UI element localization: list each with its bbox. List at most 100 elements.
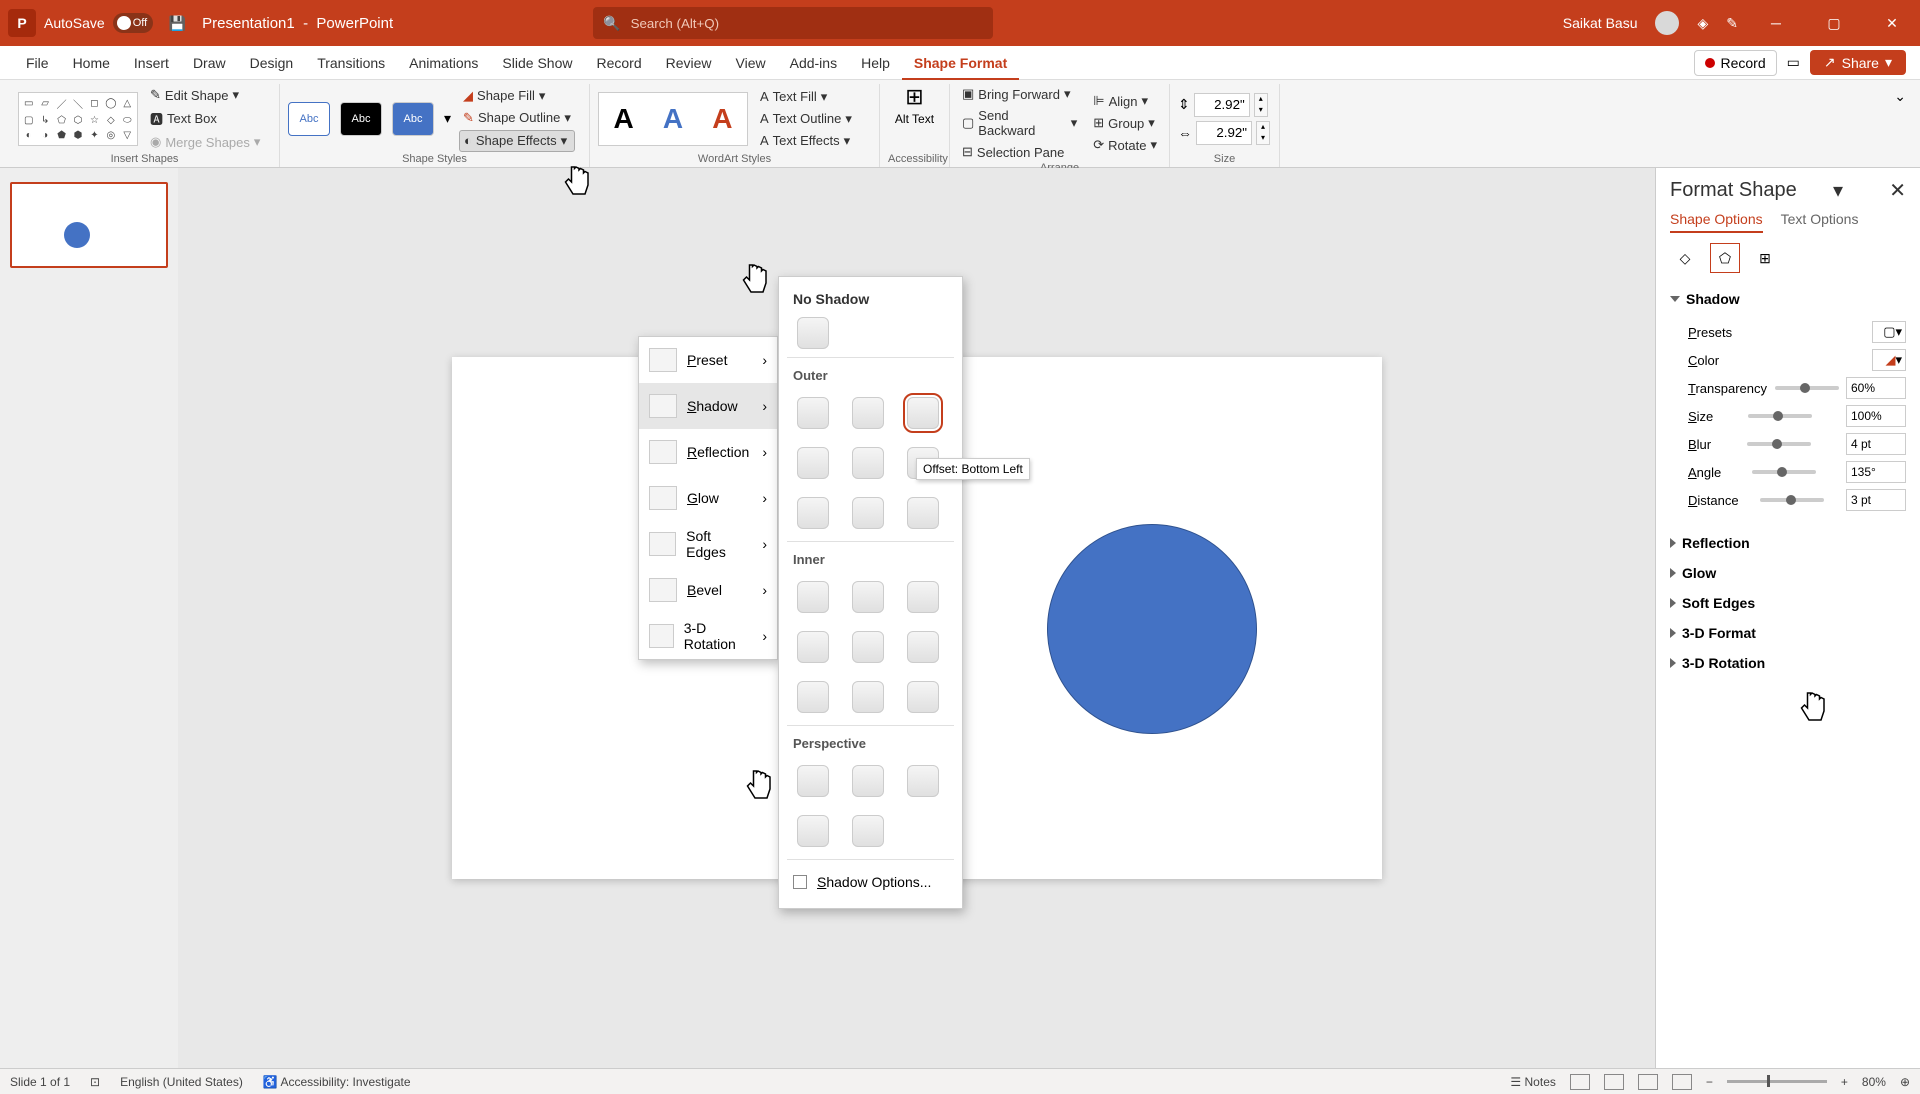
3d-rotation-section[interactable]: 3-D Rotation	[1670, 651, 1906, 675]
style-thumb-1[interactable]: Abc	[288, 102, 330, 136]
slideshow-view-button[interactable]	[1672, 1074, 1692, 1090]
distance-value[interactable]: 3 pt	[1846, 489, 1906, 511]
slide-sorter-button[interactable]	[1604, 1074, 1624, 1090]
reflection-section[interactable]: Reflection	[1670, 531, 1906, 555]
tab-animations[interactable]: Animations	[397, 46, 490, 80]
coming-soon-icon[interactable]: ✎	[1726, 15, 1738, 32]
tab-transitions[interactable]: Transitions	[305, 46, 397, 80]
width-spinner[interactable]: ▴▾	[1256, 121, 1270, 145]
inner-swatch[interactable]	[797, 581, 829, 613]
effects-glow[interactable]: Glow›	[639, 475, 777, 521]
inner-swatch[interactable]	[852, 631, 884, 663]
language-status[interactable]: English (United States)	[120, 1075, 243, 1089]
distance-slider[interactable]	[1760, 498, 1824, 502]
perspective-swatch[interactable]	[852, 815, 884, 847]
edit-shape-button[interactable]: ✎Edit Shape▾	[146, 85, 264, 105]
shadow-section-header[interactable]: Shadow	[1670, 287, 1906, 311]
record-button[interactable]: Record	[1694, 50, 1777, 76]
outer-swatch[interactable]	[907, 497, 939, 529]
angle-value[interactable]: 135°	[1846, 461, 1906, 483]
shape-style-gallery[interactable]: Abc Abc Abc ▾	[288, 92, 451, 146]
reading-view-button[interactable]	[1638, 1074, 1658, 1090]
perspective-swatch[interactable]	[797, 765, 829, 797]
text-options-tab[interactable]: Text Options	[1781, 211, 1859, 233]
tab-view[interactable]: View	[724, 46, 778, 80]
autosave-toggle[interactable]: Off	[113, 13, 153, 33]
inner-swatch[interactable]	[907, 631, 939, 663]
tab-draw[interactable]: Draw	[181, 46, 238, 80]
width-input[interactable]	[1196, 121, 1252, 145]
tab-design[interactable]: Design	[238, 46, 306, 80]
effects-3d-rotation[interactable]: 3-D Rotation›	[639, 613, 777, 659]
sizep-value[interactable]: 100%	[1846, 405, 1906, 427]
outer-swatch-selected[interactable]	[907, 397, 939, 429]
transparency-value[interactable]: 60%	[1846, 377, 1906, 399]
document-title[interactable]: Presentation1 - PowerPoint	[202, 15, 393, 32]
shape-circle[interactable]	[1047, 524, 1257, 734]
height-spinner[interactable]: ▴▾	[1254, 93, 1268, 117]
sizep-slider[interactable]	[1748, 414, 1812, 418]
rotate-button[interactable]: ⟳Rotate▾	[1089, 135, 1161, 155]
style-thumb-2[interactable]: Abc	[340, 102, 382, 136]
shapes-gallery[interactable]: ▭▱／＼◻◯△ ▢↳⬠⬡☆◇⬭ ◐◑⬟⬢✦◎▽	[18, 92, 138, 146]
tab-slideshow[interactable]: Slide Show	[490, 46, 584, 80]
glow-section[interactable]: Glow	[1670, 561, 1906, 585]
tab-insert[interactable]: Insert	[122, 46, 181, 80]
inner-swatch[interactable]	[852, 681, 884, 713]
avatar[interactable]	[1655, 11, 1679, 35]
text-box-button[interactable]: 🅰Text Box	[146, 107, 264, 130]
alt-text-icon[interactable]: ⊞	[905, 84, 923, 110]
slide-thumbnail[interactable]	[10, 182, 168, 268]
outer-swatch[interactable]	[852, 447, 884, 479]
outer-swatch[interactable]	[797, 497, 829, 529]
height-input[interactable]	[1194, 93, 1250, 117]
3d-format-section[interactable]: 3-D Format	[1670, 621, 1906, 645]
minimize-button[interactable]: ─	[1756, 0, 1796, 46]
tab-record[interactable]: Record	[584, 46, 653, 80]
outer-swatch[interactable]	[852, 497, 884, 529]
wordart-gallery[interactable]: AAA	[598, 92, 748, 146]
effects-soft-edges[interactable]: Soft Edges›	[639, 521, 777, 567]
user-name[interactable]: Saikat Basu	[1563, 15, 1638, 31]
style-thumb-3[interactable]: Abc	[392, 102, 434, 136]
tab-review[interactable]: Review	[654, 46, 724, 80]
slide-count[interactable]: Slide 1 of 1	[10, 1075, 70, 1089]
zoom-value[interactable]: 80%	[1862, 1075, 1886, 1089]
effects-reflection[interactable]: Reflection›	[639, 429, 777, 475]
inner-swatch[interactable]	[852, 581, 884, 613]
transparency-slider[interactable]	[1775, 386, 1839, 390]
tab-home[interactable]: Home	[61, 46, 122, 80]
size-props-tab[interactable]: ⊞	[1750, 243, 1780, 273]
blur-slider[interactable]	[1747, 442, 1811, 446]
blur-value[interactable]: 4 pt	[1846, 433, 1906, 455]
gallery-more-icon[interactable]: ▾	[444, 110, 451, 127]
inner-swatch[interactable]	[907, 681, 939, 713]
selection-pane-button[interactable]: ⊟Selection Pane	[958, 142, 1081, 162]
present-button[interactable]: ▭	[1787, 54, 1800, 71]
pane-close-button[interactable]: ✕	[1889, 178, 1906, 203]
perspective-swatch[interactable]	[907, 765, 939, 797]
diamond-icon[interactable]: ◈	[1697, 15, 1708, 32]
inner-swatch[interactable]	[797, 631, 829, 663]
fit-to-window-button[interactable]: ⊕	[1900, 1075, 1910, 1089]
no-shadow-swatch[interactable]	[797, 317, 829, 349]
fill-line-tab[interactable]: ◇	[1670, 243, 1700, 273]
zoom-out-button[interactable]: −	[1706, 1075, 1713, 1089]
outer-swatch[interactable]	[797, 397, 829, 429]
normal-view-button[interactable]	[1570, 1074, 1590, 1090]
tab-shape-format[interactable]: Shape Format	[902, 46, 1019, 80]
maximize-button[interactable]: ▢	[1814, 0, 1854, 46]
notes-button[interactable]: ☰ Notes	[1510, 1075, 1555, 1089]
perspective-swatch[interactable]	[797, 815, 829, 847]
outer-swatch[interactable]	[797, 447, 829, 479]
send-backward-button[interactable]: ▢Send Backward▾	[958, 106, 1081, 140]
close-button[interactable]: ✕	[1872, 0, 1912, 46]
pane-options-icon[interactable]: ▾	[1833, 178, 1843, 203]
text-outline-button[interactable]: AText Outline▾	[756, 109, 856, 129]
presets-dropdown[interactable]: ▢▾	[1872, 321, 1906, 343]
outer-swatch[interactable]	[852, 397, 884, 429]
search-input[interactable]	[631, 16, 984, 31]
effects-shadow[interactable]: Shadow›	[639, 383, 777, 429]
group-button[interactable]: ⊞Group▾	[1089, 113, 1161, 133]
perspective-swatch[interactable]	[852, 765, 884, 797]
